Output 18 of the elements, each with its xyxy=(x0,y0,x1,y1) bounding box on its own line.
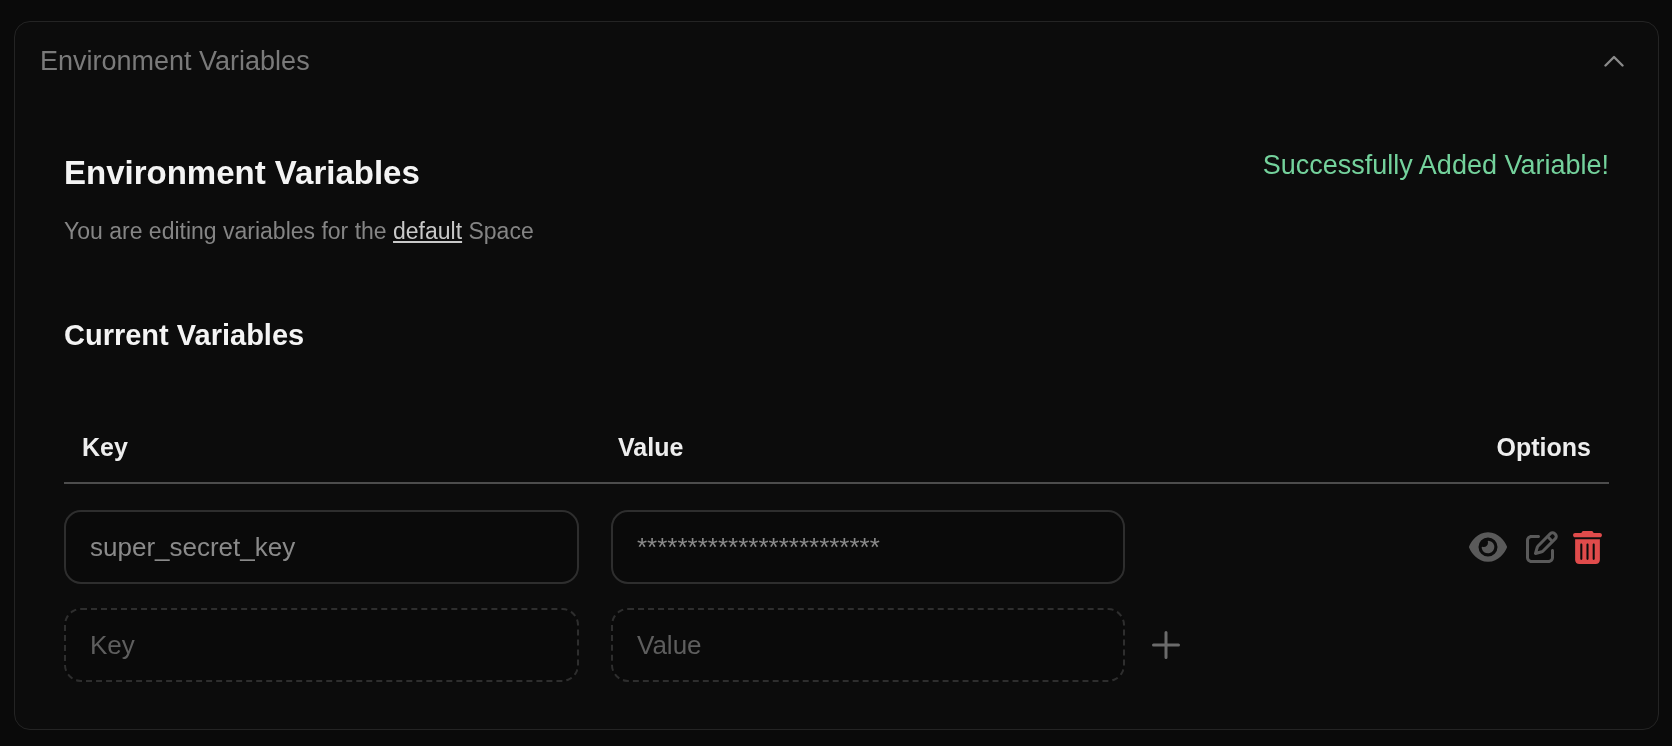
column-header: Value xyxy=(617,432,685,462)
eye-icon[interactable] xyxy=(1469,530,1507,564)
edit-icon[interactable] xyxy=(1526,531,1558,563)
key-field[interactable]: Key xyxy=(64,608,579,682)
column-header: Options xyxy=(1496,432,1592,462)
chevron-up-icon[interactable] xyxy=(1604,55,1624,67)
subsection-heading: Current Variables xyxy=(64,318,306,353)
section-heading: Environment Variables xyxy=(64,153,421,193)
plus-icon[interactable] xyxy=(1152,631,1180,659)
panel-title: Environment Variables xyxy=(40,45,310,77)
value-field[interactable]: ************************ xyxy=(611,510,1125,584)
editing-note: You are editing variables for the default Space xyxy=(64,217,534,245)
success-message: Successfully Added Variable! xyxy=(1262,149,1609,181)
space-link[interactable]: default xyxy=(393,218,463,244)
key-field[interactable]: super_secret_key xyxy=(64,510,579,584)
column-header: Key xyxy=(81,432,129,462)
trash-icon[interactable] xyxy=(1573,530,1602,564)
value-field[interactable]: Value xyxy=(611,608,1125,682)
